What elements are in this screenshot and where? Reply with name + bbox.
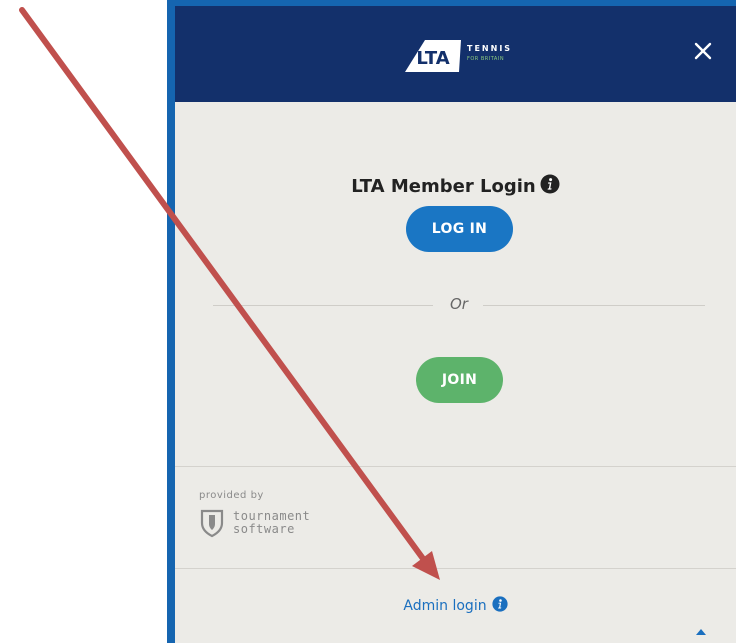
tournament-software-logo: tournament software: [199, 508, 339, 540]
or-divider-left: [213, 305, 433, 306]
login-side-panel: LTA TENNIS FOR BRITAIN LTA Member Login …: [167, 0, 736, 643]
admin-login-link[interactable]: Admin login: [403, 598, 486, 614]
member-login-info-button[interactable]: [540, 174, 560, 199]
expand-toggle-button[interactable]: [696, 620, 706, 635]
member-login-heading: LTA Member Login: [175, 174, 736, 199]
lta-logo: LTA TENNIS FOR BRITAIN: [403, 38, 523, 74]
shield-icon: [200, 509, 224, 538]
tournament-software-text: tournament software: [233, 510, 310, 536]
lta-logo-subtitle: FOR BRITAIN: [467, 56, 505, 62]
provided-by-label: provided by: [199, 490, 264, 501]
lta-logo-letters: LTA: [416, 48, 449, 69]
join-button[interactable]: JOIN: [416, 357, 503, 403]
info-icon: [491, 596, 508, 612]
member-login-title: LTA Member Login: [351, 176, 536, 197]
info-icon: [540, 174, 560, 194]
log-in-button[interactable]: LOG IN: [406, 206, 513, 252]
screenshot-stage: LTA TENNIS FOR BRITAIN LTA Member Login …: [0, 0, 736, 643]
panel-header: LTA TENNIS FOR BRITAIN: [175, 6, 736, 102]
footer-separator-top: [175, 466, 736, 467]
panel-content: LTA TENNIS FOR BRITAIN LTA Member Login …: [175, 6, 736, 643]
or-divider-label: Or: [450, 295, 468, 313]
or-divider-right: [483, 305, 705, 306]
admin-login-row: Admin login: [175, 596, 736, 616]
lta-logo-mark-icon: LTA: [405, 40, 461, 72]
close-button[interactable]: [692, 40, 714, 62]
caret-up-icon: [696, 629, 706, 635]
lta-logo-word: TENNIS: [467, 44, 513, 53]
close-icon: [694, 42, 712, 60]
admin-login-info-button[interactable]: [491, 596, 508, 616]
tournament-software-line-2: software: [233, 522, 295, 536]
footer-separator-bottom: [175, 568, 736, 569]
